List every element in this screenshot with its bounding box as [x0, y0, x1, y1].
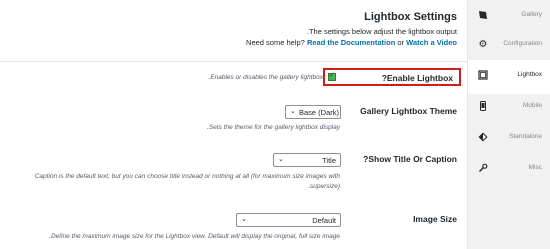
- enable-lightbox-checkbox[interactable]: [328, 71, 336, 81]
- image-size-label: Image Size: [413, 214, 457, 224]
- theme-select[interactable]: ⌄ Base (Dark): [285, 105, 341, 119]
- sidebar-item-label: Gallery: [521, 11, 542, 18]
- show-title-description-line2: .supersize): [308, 183, 340, 190]
- theme-description: .Sets the theme for the gallery lightbox…: [207, 124, 340, 131]
- enable-lightbox-description: .Enables or disables the gallery lightbo…: [208, 74, 323, 81]
- help-line: Need some help? Read the Documentation o…: [246, 38, 457, 47]
- theme-label: Gallery Lightbox Theme: [360, 106, 457, 116]
- enable-lightbox-label: ?Enable Lightbox: [381, 73, 453, 83]
- gallery-icon: [477, 10, 489, 22]
- gear-icon: ⚙: [478, 39, 488, 50]
- page-title: Lightbox Settings: [364, 11, 457, 23]
- chevron-down-icon: ⌄: [241, 216, 247, 223]
- sidebar-item-label: Lightbox: [517, 71, 542, 78]
- mobile-icon: [477, 101, 489, 113]
- page-description: .The settings below adjust the lightbox …: [306, 27, 457, 36]
- sidebar-item-misc[interactable]: Misc: [468, 153, 550, 187]
- lightbox-icon: [477, 70, 489, 82]
- sidebar-item-label: Standalone: [509, 133, 542, 140]
- sidebar-item-configuration[interactable]: ⚙ Configuration: [468, 29, 550, 63]
- standalone-icon: [477, 132, 489, 144]
- watch-video-link[interactable]: Watch a Video: [406, 38, 457, 47]
- help-or: or: [397, 38, 405, 47]
- show-title-description-line1: Caption is the default text, but you can…: [34, 173, 340, 180]
- documentation-link[interactable]: Read the Documentation: [307, 38, 395, 47]
- theme-select-value: Base (Dark): [299, 108, 340, 117]
- header-divider: [0, 61, 467, 62]
- sidebar-item-label: Configuration: [503, 40, 542, 47]
- show-title-select[interactable]: ⌄ Title: [273, 153, 341, 167]
- chevron-down-icon: ⌄: [290, 108, 296, 115]
- settings-sidebar: Gallery ⚙ Configuration Lightbox Mobile …: [467, 0, 550, 249]
- help-prefix: Need some help?: [246, 38, 305, 47]
- show-title-label: ?Show Title Or Caption: [363, 154, 457, 164]
- sidebar-item-mobile[interactable]: Mobile: [468, 91, 550, 125]
- image-size-description: .Define the maximum image size for the L…: [49, 233, 340, 240]
- chevron-down-icon: ⌄: [278, 156, 284, 163]
- show-title-select-value: Title: [322, 156, 336, 165]
- image-size-select[interactable]: ⌄ Default: [236, 213, 341, 227]
- settings-panel: Lightbox Settings .The settings below ad…: [0, 0, 467, 249]
- wrench-icon: [477, 163, 489, 175]
- image-size-select-value: Default: [312, 216, 336, 225]
- sidebar-item-label: Mobile: [522, 102, 542, 109]
- sidebar-item-lightbox[interactable]: Lightbox: [468, 60, 550, 94]
- sidebar-item-label: Misc: [528, 164, 542, 171]
- sidebar-item-standalone[interactable]: Standalone: [468, 122, 550, 156]
